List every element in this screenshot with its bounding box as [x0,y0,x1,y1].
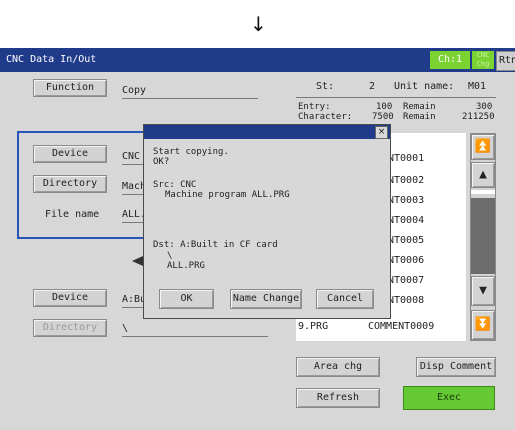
dialog-name-change-button[interactable]: Name Change [230,289,302,309]
dialog-dst-label: Dst: A:Built in CF card [153,240,278,250]
entry-value: 100 [376,102,393,112]
character-remain-label: Remain [403,112,436,122]
list-item[interactable]: NT0007 [388,275,424,286]
down-arrow-icon: ↓ [250,12,267,36]
character-remain-value: 211250 [462,112,495,122]
refresh-button[interactable]: Refresh [296,388,380,408]
dialog-message-line2: OK? [153,157,170,167]
character-value: 7500 [372,112,394,122]
source-filename-label: File name [45,209,100,220]
unit-name-value: M01 [468,81,487,92]
character-label: Character: [298,112,353,122]
cnc-badge-line2: Chg [476,60,490,68]
list-item[interactable]: NT0006 [388,255,424,266]
dialog-ok-button[interactable]: OK [159,289,214,309]
list-item[interactable]: NT0002 [388,175,424,186]
st-value: 2 [369,81,376,92]
source-directory-button[interactable]: Directory [33,175,107,193]
area-change-button[interactable]: Area chg [296,357,380,377]
list-item-comment[interactable]: COMMENT0009 [368,321,434,332]
page-up-button[interactable]: ⏫ [471,134,495,160]
function-button[interactable]: Function [33,79,107,97]
dialog-dst-file: ALL.PRG [167,261,205,271]
unit-name-label: Unit name: [394,81,455,92]
channel-button[interactable]: Ch:1 [430,51,470,69]
scrollbar-track[interactable] [471,198,495,274]
dialog-message-line1: Start copying. [153,147,229,157]
dialog-src-path: Machine program ALL.PRG [165,190,290,200]
dialog-dst-dir: \ [167,251,173,261]
list-item[interactable]: NT0003 [388,195,424,206]
scroll-down-button[interactable]: ▼ [471,276,495,306]
list-item[interactable]: NT0005 [388,235,424,246]
copy-direction-arrow-icon [132,256,143,266]
list-item[interactable]: NT0008 [388,295,424,306]
status-underline [296,95,496,98]
page-down-button[interactable]: ⏬ [471,310,495,340]
display-comment-button[interactable]: Disp Comment [416,357,496,377]
function-value: Copy [122,85,258,99]
confirm-dialog: × Start copying. OK? Src: CNC Machine pr… [143,124,391,319]
dialog-cancel-button[interactable]: Cancel [316,289,374,309]
window-title: CNC Data In/Out [6,54,97,65]
entry-remain-value: 300 [476,102,493,112]
dest-directory-button[interactable]: Directory [33,319,107,337]
close-icon[interactable]: × [375,126,388,139]
dialog-title-bar: × [144,125,390,139]
list-item[interactable]: NT0004 [388,215,424,226]
scroll-up-button[interactable]: ▲ [471,162,495,188]
scrollbar-thumb[interactable] [471,190,495,194]
return-button[interactable]: Rtn [496,51,515,71]
list-item[interactable]: NT0001 [388,153,424,164]
st-label: St: [316,81,335,92]
list-item-name[interactable]: 9.PRG [298,321,328,332]
entry-label: Entry: [298,102,331,112]
title-bar: CNC Data In/Out Ch:1 CNC Chg Rtn [0,48,515,72]
entry-remain-label: Remain [403,102,436,112]
exec-button[interactable]: Exec [403,386,495,410]
cnc-badge-line1: CNC [476,51,490,59]
dest-directory-value: \ [122,323,268,337]
dest-device-button[interactable]: Device [33,289,107,307]
dialog-src-label: Src: CNC [153,180,197,190]
source-device-button[interactable]: Device [33,145,107,163]
cnc-change-button[interactable]: CNC Chg [472,51,494,69]
